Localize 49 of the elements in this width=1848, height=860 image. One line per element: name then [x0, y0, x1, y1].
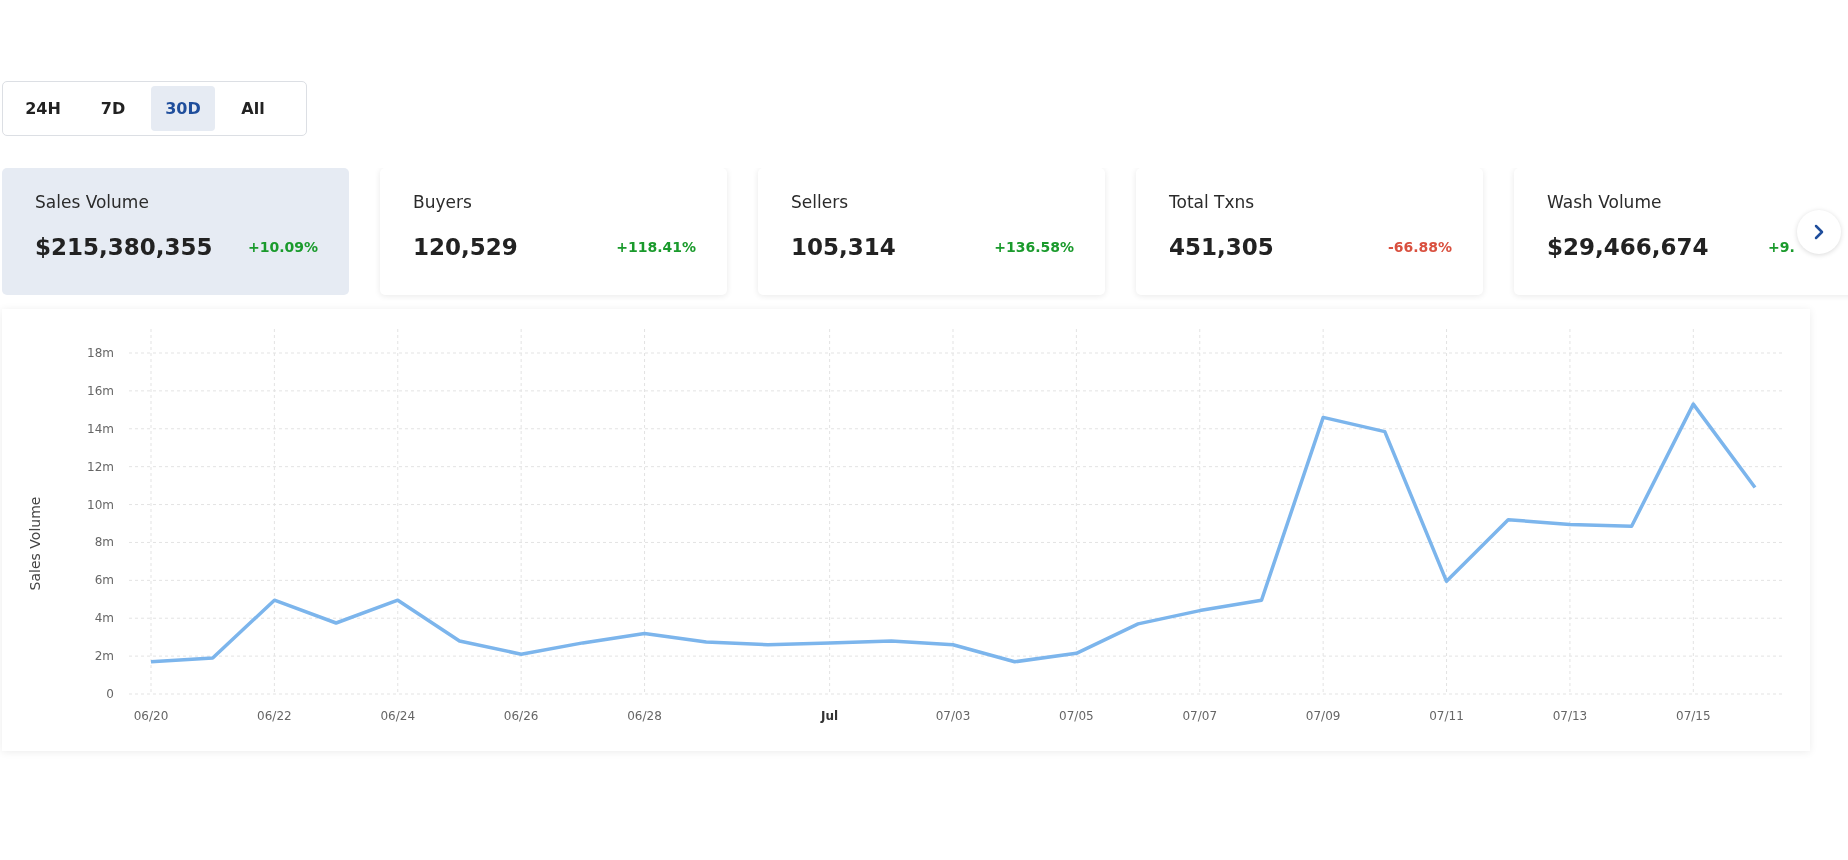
stat-card[interactable]: Sales Volume $215,380,355 +10.09%: [2, 168, 349, 295]
y-axis-label: 14m: [87, 421, 114, 436]
range-tab[interactable]: 7D: [81, 86, 145, 131]
y-axis-title: Sales Volume: [27, 496, 43, 591]
range-tab[interactable]: All: [221, 86, 285, 131]
y-axis-label: 4m: [94, 611, 114, 626]
x-axis-label: 07/03: [935, 709, 971, 723]
x-axis-label: 06/26: [503, 709, 539, 723]
stat-title: Sales Volume: [35, 192, 149, 212]
x-axis-label: 07/05: [1059, 709, 1094, 723]
y-axis-label: 0: [106, 687, 114, 701]
stat-change: +136.58%: [994, 239, 1074, 255]
y-axis-label: 16m: [87, 383, 114, 398]
x-axis-label: 07/09: [1305, 709, 1341, 723]
x-axis-label: 07/15: [1676, 709, 1711, 723]
stat-change: -66.88%: [1387, 239, 1452, 255]
y-axis-label: 6m: [94, 573, 114, 588]
range-tab[interactable]: 24H: [11, 86, 75, 131]
chevron-right-icon: [1814, 224, 1824, 240]
stat-value: 451,305: [1169, 234, 1274, 260]
range-tab[interactable]: 30D: [151, 86, 215, 131]
stat-title: Wash Volume: [1547, 192, 1662, 212]
stat-card[interactable]: Buyers 120,529 +118.41%: [380, 168, 727, 295]
stat-value: $215,380,355: [35, 234, 213, 260]
y-axis-label: 8m: [94, 535, 114, 550]
stat-card[interactable]: Sellers 105,314 +136.58%: [758, 168, 1105, 295]
x-axis-label: 06/22: [257, 709, 292, 723]
x-axis-label: 06/24: [380, 709, 416, 723]
stat-value: $29,466,674: [1547, 234, 1709, 260]
x-axis-label: 06/28: [627, 709, 662, 723]
stat-title: Sellers: [791, 192, 848, 212]
x-axis-label: 07/11: [1429, 709, 1464, 723]
stat-value: 105,314: [791, 234, 896, 260]
stat-change: +10.09%: [247, 239, 318, 255]
stat-change: +118.41%: [616, 239, 696, 255]
x-axis-label: 07/13: [1552, 709, 1588, 723]
stat-title: Total Txns: [1169, 192, 1255, 212]
stat-title: Buyers: [413, 192, 472, 212]
stat-change: +9.: [1768, 239, 1796, 255]
x-axis-label: 06/20: [133, 709, 169, 723]
x-axis-label: 07/07: [1182, 709, 1218, 723]
stat-card[interactable]: Wash Volume $29,466,674 +9.: [1514, 168, 1848, 295]
stat-card[interactable]: Total Txns 451,305 -66.88%: [1136, 168, 1483, 295]
y-axis-label: 12m: [87, 459, 114, 474]
x-axis-label: Jul: [821, 709, 839, 723]
y-axis-label: 10m: [87, 497, 114, 512]
y-axis-label: 2m: [94, 649, 114, 664]
y-axis-label: 18m: [87, 346, 114, 360]
stat-value: 120,529: [413, 234, 518, 260]
